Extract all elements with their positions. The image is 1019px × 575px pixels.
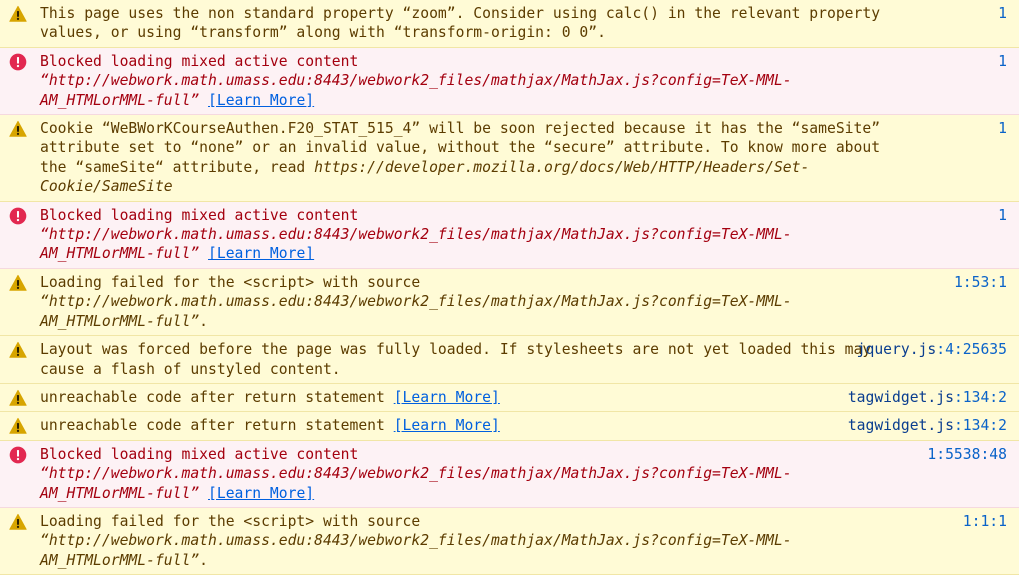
source-file[interactable]: tagwidget.js	[848, 417, 954, 434]
console-error-message[interactable]: Blocked loading mixed active content “ht…	[0, 201, 1019, 269]
source-position[interactable]: :134:2	[954, 389, 1007, 406]
source-location-link[interactable]: 1:1:1	[963, 512, 1007, 531]
message-text: Blocked loading mixed active content	[40, 52, 368, 70]
message-text: Blocked loading mixed active content	[40, 206, 368, 224]
console-error-message[interactable]: Blocked loading mixed active content “ht…	[0, 440, 1019, 508]
warning-icon	[9, 5, 27, 23]
message-text: .	[199, 312, 209, 330]
console-warning-message[interactable]: Loading failed for the <script> with sou…	[0, 507, 1019, 575]
learn-more-link[interactable]: [Learn More]	[394, 417, 500, 434]
message-text	[199, 485, 208, 502]
source-position[interactable]: 1:53:1	[954, 274, 1007, 291]
console-warning-message[interactable]: unreachable code after return statement …	[0, 383, 1019, 413]
message-text: unreachable code after return statement	[40, 417, 394, 435]
warning-icon	[9, 389, 27, 407]
source-location-link[interactable]: 1	[998, 4, 1007, 23]
message-body: Blocked loading mixed active content “ht…	[40, 53, 792, 109]
message-body: Cookie “WeBWorKCourseAuthen.F20_STAT_515…	[40, 120, 889, 195]
message-url: “http://webwork.math.umass.edu:8443/webw…	[40, 226, 792, 263]
source-position[interactable]: 1	[998, 53, 1007, 70]
source-position[interactable]: 1	[998, 207, 1007, 224]
message-body: This page uses the non standard property…	[40, 5, 889, 41]
message-body: Blocked loading mixed active content “ht…	[40, 446, 792, 502]
source-file[interactable]: tagwidget.js	[848, 389, 954, 406]
message-text	[199, 245, 208, 262]
source-location-link[interactable]: tagwidget.js:134:2	[848, 388, 1007, 407]
warning-icon	[9, 120, 27, 138]
learn-more-link[interactable]: [Learn More]	[208, 485, 314, 502]
message-text: unreachable code after return statement	[40, 388, 394, 406]
message-text: .	[199, 551, 209, 569]
message-body: unreachable code after return statement …	[40, 389, 500, 406]
message-body: Loading failed for the <script> with sou…	[40, 274, 792, 330]
learn-more-link[interactable]: [Learn More]	[394, 389, 500, 406]
source-location-link[interactable]: 1:5538:48	[927, 445, 1007, 464]
source-location-link[interactable]: 1	[998, 119, 1007, 138]
message-text: Loading failed for the <script> with sou…	[40, 512, 430, 530]
source-location-link[interactable]: 1	[998, 206, 1007, 225]
warning-icon	[9, 341, 27, 359]
console-warning-message[interactable]: Cookie “WeBWorKCourseAuthen.F20_STAT_515…	[0, 115, 1019, 202]
console-warning-message[interactable]: This page uses the non standard property…	[0, 0, 1019, 48]
console-message-list: This page uses the non standard property…	[0, 0, 1019, 575]
console-warning-message[interactable]: unreachable code after return statement …	[0, 412, 1019, 441]
source-location-link[interactable]: 1:53:1	[954, 273, 1007, 292]
message-body: Loading failed for the <script> with sou…	[40, 513, 792, 569]
source-position[interactable]: 1:1:1	[963, 513, 1007, 530]
learn-more-link[interactable]: [Learn More]	[208, 245, 314, 262]
source-location-link[interactable]: 1	[998, 52, 1007, 71]
console-warning-message[interactable]: Layout was forced before the page was fu…	[0, 336, 1019, 384]
message-text	[199, 92, 208, 109]
source-file[interactable]: jquery.js	[857, 341, 937, 358]
warning-icon	[9, 274, 27, 292]
source-position[interactable]: 1	[998, 120, 1007, 137]
message-text: Blocked loading mixed active content	[40, 445, 368, 463]
source-location-link[interactable]: tagwidget.js:134:2	[848, 416, 1007, 435]
message-body: Blocked loading mixed active content “ht…	[40, 207, 792, 263]
warning-icon	[9, 417, 27, 435]
message-body: unreachable code after return statement …	[40, 417, 500, 434]
learn-more-link[interactable]: [Learn More]	[208, 92, 314, 109]
console-warning-message[interactable]: Loading failed for the <script> with sou…	[0, 268, 1019, 337]
message-url: “http://webwork.math.umass.edu:8443/webw…	[40, 293, 792, 330]
console-error-message[interactable]: Blocked loading mixed active content “ht…	[0, 47, 1019, 116]
source-position[interactable]: 1:5538:48	[927, 446, 1007, 463]
source-position[interactable]: 1	[998, 5, 1007, 22]
message-text: Layout was forced before the page was fu…	[40, 341, 881, 378]
message-url: “http://webwork.math.umass.edu:8443/webw…	[40, 532, 792, 569]
message-body: Layout was forced before the page was fu…	[40, 341, 880, 377]
source-position[interactable]: :4:25635	[936, 341, 1007, 358]
error-icon	[9, 53, 27, 71]
warning-icon	[9, 513, 27, 531]
source-position[interactable]: :134:2	[954, 417, 1007, 434]
error-icon	[9, 446, 27, 464]
message-text: This page uses the non standard property…	[40, 5, 889, 42]
error-icon	[9, 207, 27, 225]
message-text: Loading failed for the <script> with sou…	[40, 273, 430, 291]
message-url: “http://webwork.math.umass.edu:8443/webw…	[40, 465, 792, 502]
source-location-link[interactable]: jquery.js:4:25635	[857, 340, 1007, 359]
message-url: “http://webwork.math.umass.edu:8443/webw…	[40, 72, 792, 109]
